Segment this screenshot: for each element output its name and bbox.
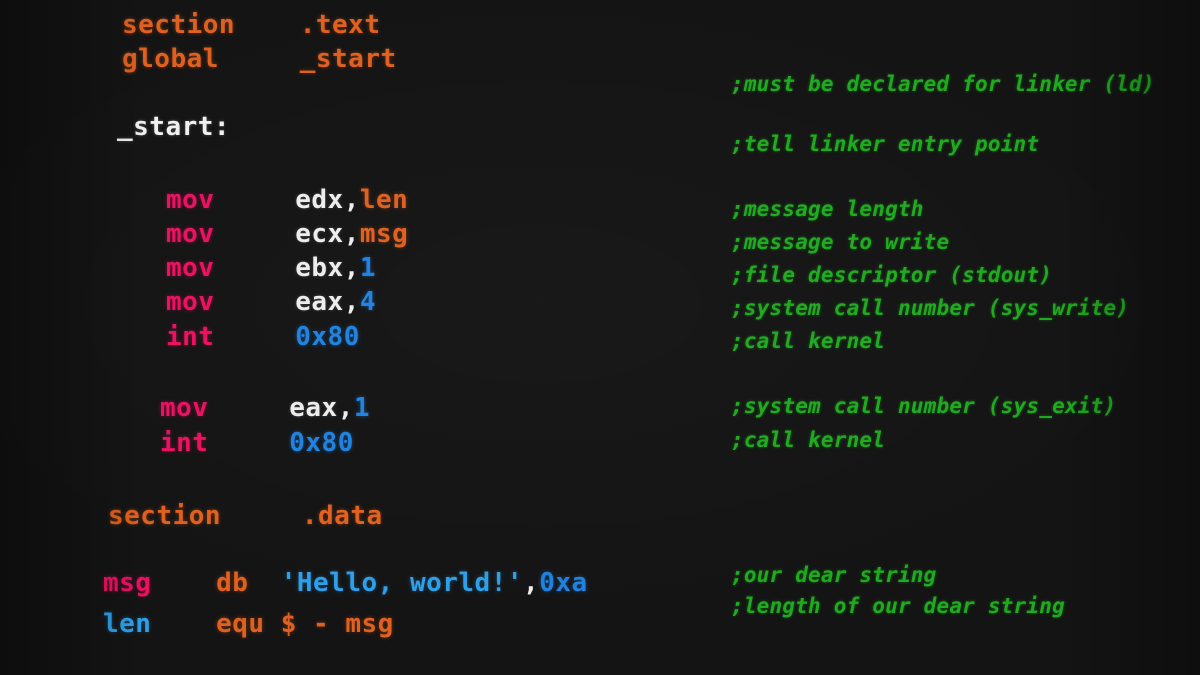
- token-number: 1: [353, 393, 371, 423]
- token-punct: ,: [343, 287, 360, 317]
- token-punct: ,: [523, 568, 540, 598]
- line-start-label[interactable]: _start:: [117, 114, 230, 140]
- line-len-equ[interactable]: len equ $ - msg: [103, 611, 394, 637]
- token-punct: ,: [343, 253, 360, 283]
- comment-string-length: ;length of our dear string: [731, 594, 1065, 618]
- line-int-0x80-write[interactable]: int 0x80: [166, 324, 360, 350]
- token-number: 0xa: [539, 568, 588, 598]
- comment-our-dear-string: ;our dear string: [731, 563, 937, 587]
- line-msg-db[interactable]: msg db 'Hello, world!',0xa: [103, 570, 588, 596]
- token-operand: $: [280, 609, 297, 639]
- line-mov-edx-len[interactable]: mov edx,len: [166, 187, 408, 213]
- token-number: 0x80: [289, 428, 354, 458]
- line-mov-eax-4[interactable]: mov eax,4: [166, 289, 376, 315]
- token-mnemonic: int: [160, 428, 209, 458]
- token-label: _start:: [117, 112, 231, 142]
- token-mnemonic: mov: [166, 287, 215, 317]
- token-number: 4: [359, 287, 377, 317]
- token-directive: section: [108, 501, 222, 531]
- token-deflabel-blue: len: [103, 609, 152, 639]
- token-directive: section: [122, 10, 236, 40]
- line-int-0x80-exit[interactable]: int 0x80: [160, 430, 354, 456]
- line-global-start[interactable]: global _start: [122, 46, 397, 72]
- comment-sys-write: ;system call number (sys_write): [731, 296, 1130, 320]
- comment-file-descriptor: ;file descriptor (stdout): [731, 263, 1053, 287]
- line-section-text[interactable]: section .text: [122, 12, 380, 38]
- token-operand: _start: [299, 44, 397, 74]
- token-number: 1: [359, 253, 377, 283]
- token-operand: msg: [345, 609, 394, 639]
- comment-message-write: ;message to write: [731, 230, 950, 254]
- token-operand: msg: [359, 219, 409, 249]
- token-mnemonic: mov: [166, 219, 215, 249]
- comment-message-length: ;message length: [731, 197, 924, 221]
- token-punct: ,: [343, 185, 360, 215]
- token-number: 0x80: [295, 322, 360, 352]
- token-reg: ebx: [295, 253, 344, 283]
- token-deflabel-pink: msg: [103, 568, 152, 598]
- token-operand: len: [359, 185, 409, 215]
- token-string: 'Hello, world!': [280, 568, 524, 598]
- token-punct: ,: [343, 219, 360, 249]
- line-section-data[interactable]: section .data: [108, 503, 383, 529]
- token-mnemonic: mov: [166, 253, 215, 283]
- token-punct: ,: [337, 393, 354, 423]
- token-reg: edx: [295, 185, 344, 215]
- token-directive: global: [122, 44, 219, 74]
- token-directive: equ: [216, 609, 265, 639]
- token-reg: eax: [295, 287, 344, 317]
- token-mnemonic: mov: [166, 185, 215, 215]
- line-mov-eax-1[interactable]: mov eax,1: [160, 395, 370, 421]
- token-mnemonic: mov: [160, 393, 209, 423]
- comment-linker-declare: ;must be declared for linker (ld): [731, 72, 1155, 96]
- comment-call-kernel-1: ;call kernel: [731, 329, 886, 353]
- comment-entry-point: ;tell linker entry point: [731, 132, 1040, 156]
- comment-call-kernel-2: ;call kernel: [731, 428, 886, 452]
- token-directive: db: [216, 568, 249, 598]
- token-operand: -: [296, 609, 346, 639]
- token-operand: .data: [301, 501, 383, 531]
- token-reg: eax: [289, 393, 338, 423]
- comment-sys-exit: ;system call number (sys_exit): [731, 394, 1117, 418]
- code-editor-surface: section .text global _start _start:mov edx…: [0, 0, 1200, 675]
- line-mov-ebx-1[interactable]: mov ebx,1: [166, 255, 376, 281]
- line-mov-ecx-msg[interactable]: mov ecx,msg: [166, 221, 408, 247]
- token-reg: ecx: [295, 219, 344, 249]
- token-operand: .text: [299, 10, 381, 40]
- token-mnemonic: int: [166, 322, 215, 352]
